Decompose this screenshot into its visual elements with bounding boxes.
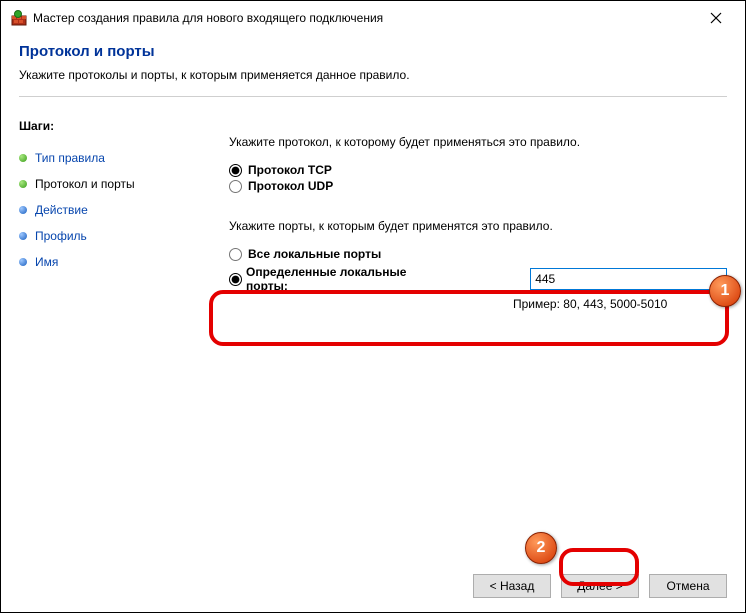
content-panel: Укажите протокол, к которому будет приме… — [181, 111, 745, 311]
annotation-badge-2: 2 — [525, 532, 557, 564]
step-label: Действие — [35, 203, 88, 217]
step-bullet-icon — [19, 258, 27, 266]
back-button[interactable]: < Назад — [473, 574, 551, 598]
page-title: Протокол и порты — [19, 43, 727, 60]
protocol-udp-row[interactable]: Протокол UDP — [229, 179, 727, 193]
cancel-button[interactable]: Отмена — [649, 574, 727, 598]
annotation-badge-1: 1 — [709, 275, 741, 307]
page-header: Протокол и порты Укажите протоколы и пор… — [1, 33, 745, 111]
ports-instruction: Укажите порты, к которым будет применятс… — [229, 219, 727, 233]
protocol-tcp-radio[interactable] — [229, 164, 242, 177]
step-bullet-icon — [19, 232, 27, 240]
window-title: Мастер создания правила для нового входя… — [33, 11, 383, 25]
close-icon — [710, 12, 722, 24]
firewall-icon — [11, 10, 27, 26]
all-ports-label: Все локальные порты — [248, 247, 381, 261]
protocol-tcp-row[interactable]: Протокол TCP — [229, 163, 727, 177]
protocol-tcp-label: Протокол TCP — [248, 163, 332, 177]
steps-heading: Шаги: — [19, 119, 181, 133]
step-bullet-icon — [19, 180, 27, 188]
step-bullet-icon — [19, 206, 27, 214]
step-protocol-ports[interactable]: Протокол и порты — [19, 171, 181, 197]
specific-ports-input[interactable] — [530, 268, 727, 290]
step-label: Тип правила — [35, 151, 105, 165]
specific-ports-label: Определенные локальные порты: — [246, 265, 448, 293]
all-ports-row[interactable]: Все локальные порты — [229, 247, 727, 261]
wizard-footer: < Назад Далее > Отмена — [473, 574, 727, 598]
protocol-instruction: Укажите протокол, к которому будет приме… — [229, 135, 727, 149]
step-bullet-icon — [19, 154, 27, 162]
all-ports-radio[interactable] — [229, 248, 242, 261]
wizard-window: Мастер создания правила для нового входя… — [0, 0, 746, 613]
step-label: Профиль — [35, 229, 87, 243]
step-label: Имя — [35, 255, 58, 269]
specific-ports-radio[interactable] — [229, 273, 242, 286]
titlebar: Мастер создания правила для нового входя… — [1, 1, 745, 33]
specific-ports-row[interactable]: Определенные локальные порты: — [229, 265, 727, 293]
step-action[interactable]: Действие — [19, 197, 181, 223]
step-profile[interactable]: Профиль — [19, 223, 181, 249]
step-rule-type[interactable]: Тип правила — [19, 145, 181, 171]
close-button[interactable] — [697, 5, 735, 31]
next-button[interactable]: Далее > — [561, 574, 639, 598]
step-label: Протокол и порты — [35, 177, 135, 191]
steps-sidebar: Шаги: Тип правила Протокол и порты Дейст… — [1, 111, 181, 311]
header-divider — [19, 96, 727, 97]
step-name[interactable]: Имя — [19, 249, 181, 275]
protocol-udp-label: Протокол UDP — [248, 179, 333, 193]
protocol-udp-radio[interactable] — [229, 180, 242, 193]
ports-example: Пример: 80, 443, 5000-5010 — [513, 297, 727, 311]
page-subtitle: Укажите протоколы и порты, к которым при… — [19, 68, 727, 82]
